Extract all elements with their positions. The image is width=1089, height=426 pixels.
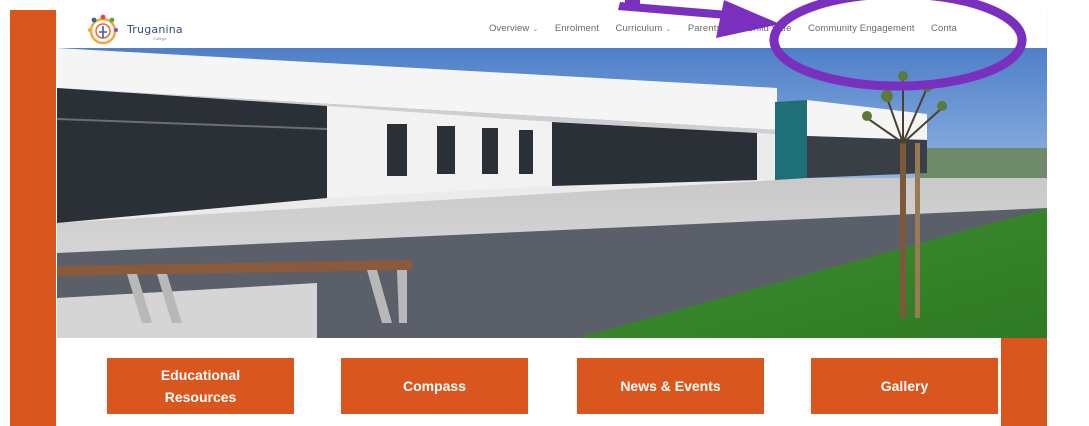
school-building-illustration [57, 48, 1047, 338]
page: Truganina College Overview ⌄ Enrolment Cu… [0, 0, 1089, 426]
logo-wordmark: Truganina [127, 23, 183, 36]
nav-item-curriculum[interactable]: Curriculum ⌄ [615, 10, 671, 48]
chevron-down-icon: ⌄ [532, 26, 539, 33]
logo-emblem-icon [88, 14, 118, 45]
left-orange-border [10, 10, 56, 426]
nav-item-contact[interactable]: Conta [931, 10, 957, 48]
nav-item-child-safe[interactable]: Child Safe [747, 10, 792, 48]
nav-item-label: Enrolment [554, 23, 600, 34]
nav-item-enrolment[interactable]: Enrolment [555, 10, 599, 48]
logo-subtitle: College [153, 36, 167, 41]
news-events-button[interactable]: News & Events [577, 358, 764, 414]
nav-item-label: Parents [687, 23, 722, 34]
site-header: Truganina College Overview ⌄ Enrolment Cu… [57, 10, 1047, 48]
main-navigation: Overview ⌄ Enrolment Curriculum ⌄ Parents ⌄… [489, 10, 1047, 48]
gallery-button[interactable]: Gallery [811, 358, 998, 414]
nav-item-parents[interactable]: Parents ⌄ [688, 10, 730, 48]
hero-school-photo [57, 48, 1047, 338]
nav-item-community-engagement[interactable]: Community Engagement [808, 10, 915, 48]
annotation-arrow-shaft [625, 0, 640, 7]
nav-item-label: Curriculum [615, 23, 663, 34]
compass-button[interactable]: Compass [341, 358, 528, 414]
nav-item-label: Overview [489, 23, 530, 34]
nav-item-label: Community Engagement [808, 23, 915, 34]
chevron-down-icon: ⌄ [665, 26, 672, 33]
site-logo[interactable]: Truganina College [81, 12, 183, 46]
nav-item-overview[interactable]: Overview ⌄ [489, 10, 538, 48]
nav-item-label: Conta [931, 23, 957, 34]
quick-links-row: Educational Resources Compass News & Eve… [107, 358, 1007, 414]
nav-item-label: Child Safe [746, 23, 792, 34]
educational-resources-button[interactable]: Educational Resources [107, 358, 294, 414]
chevron-down-icon: ⌄ [724, 26, 731, 33]
